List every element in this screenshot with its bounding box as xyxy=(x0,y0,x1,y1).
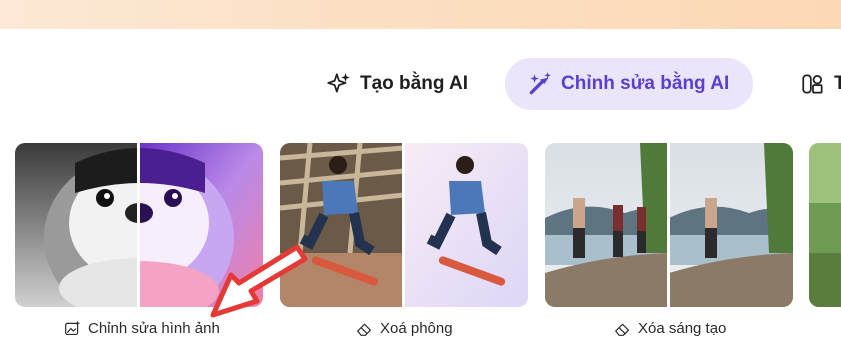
card-generative-erase[interactable] xyxy=(545,143,793,307)
caption-generative-erase[interactable]: Xóa sáng tạo xyxy=(614,320,726,337)
annotation-arrow-icon xyxy=(210,244,308,318)
tab-create-with-ai[interactable]: Tạo bằng AI xyxy=(326,58,468,110)
image-edit-icon xyxy=(65,320,81,336)
card-partial[interactable] xyxy=(809,143,841,307)
tab-label: Chỉnh sửa bằng AI xyxy=(561,73,730,94)
top-banner xyxy=(0,0,841,29)
sparkles-icon xyxy=(327,73,350,93)
caption-label: Chỉnh sửa hình ảnh xyxy=(88,320,220,337)
caption-image-edit[interactable]: Chỉnh sửa hình ảnh xyxy=(64,320,220,337)
tab-label: T xyxy=(834,73,841,94)
tab-label: Tạo bằng AI xyxy=(360,73,469,94)
tab-edit-with-ai[interactable]: Chỉnh sửa bằng AI xyxy=(505,58,754,110)
magic-wand-icon xyxy=(529,72,551,95)
eraser-icon xyxy=(357,323,372,336)
eraser-icon xyxy=(615,323,630,336)
forest-image xyxy=(809,143,841,307)
caption-remove-background[interactable]: Xoá phông xyxy=(356,320,453,337)
caption-label: Xoá phông xyxy=(380,320,453,337)
caption-label: Xóa sáng tạo xyxy=(638,320,727,337)
hikers-before-after-image xyxy=(545,143,793,307)
card-remove-background[interactable] xyxy=(280,143,528,307)
shapes-icon xyxy=(802,74,823,94)
tab-third[interactable]: T xyxy=(800,58,841,110)
skateboarder-before-after-image xyxy=(280,143,528,307)
